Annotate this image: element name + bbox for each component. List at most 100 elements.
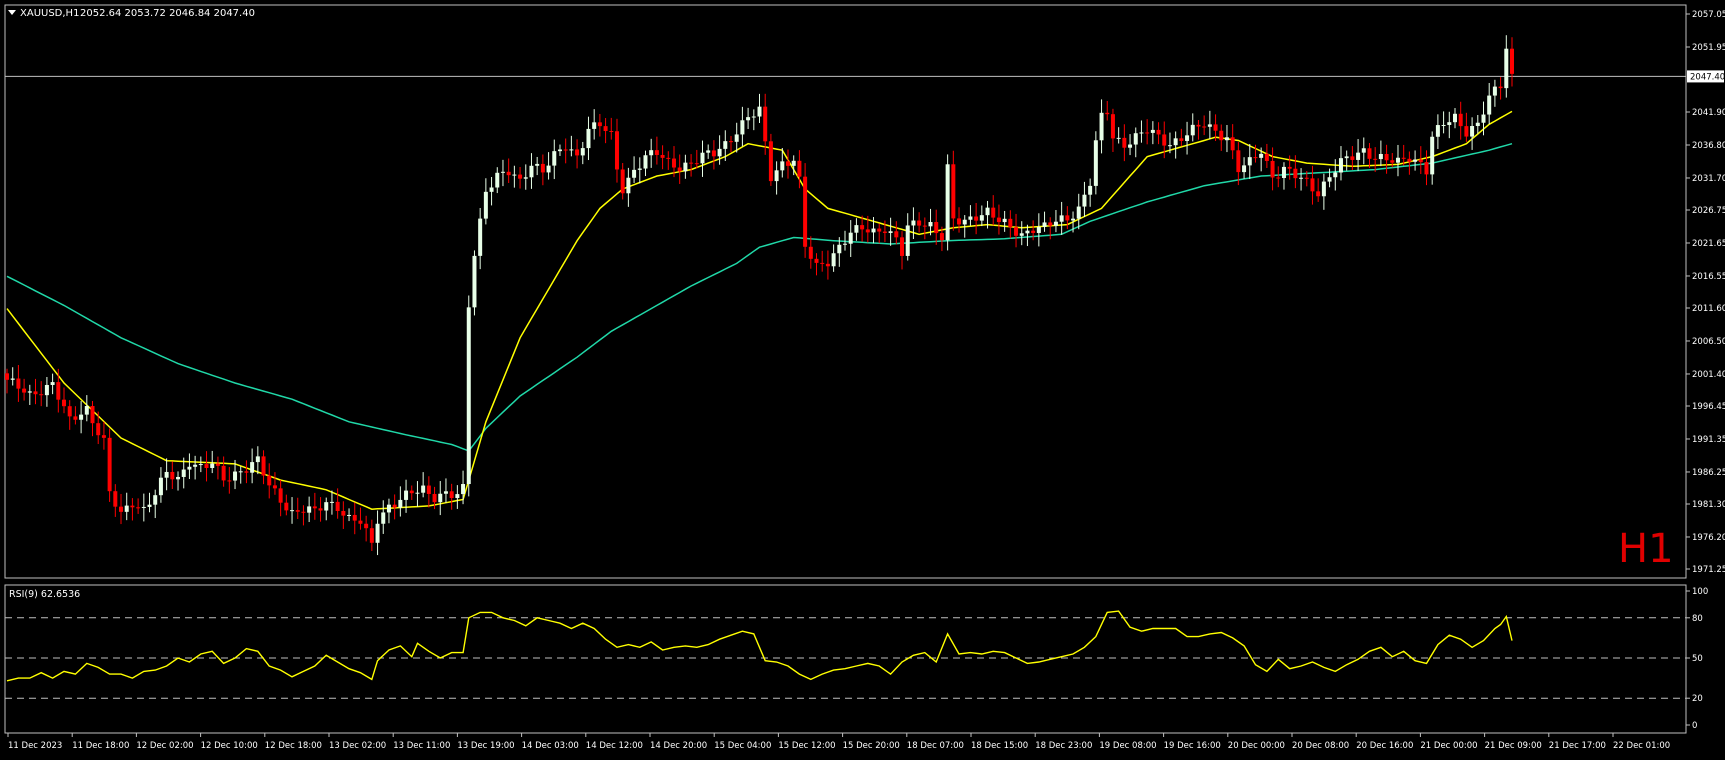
candle-body: [1207, 124, 1212, 127]
candle-body: [1048, 222, 1053, 226]
candle-body: [1310, 178, 1315, 192]
candle-body: [472, 255, 477, 308]
price-tick-label: 2001.40: [1692, 370, 1725, 380]
candle-body: [1401, 157, 1406, 159]
candle-body: [193, 464, 198, 467]
candle-body: [1110, 114, 1115, 139]
candle-body: [324, 502, 329, 511]
candle-body: [1373, 158, 1378, 160]
candle-body: [79, 414, 84, 420]
candle-body: [1407, 158, 1412, 162]
candle-body: [33, 391, 38, 395]
candle-body: [1116, 137, 1121, 139]
candle-body: [1441, 124, 1446, 126]
candle-body: [1230, 137, 1235, 151]
candle-body: [84, 406, 89, 415]
symbol-timeframe-label: XAUUSD,H1: [20, 8, 79, 19]
candle-body: [1395, 157, 1400, 163]
candle-body: [124, 505, 129, 512]
candle-body: [1042, 222, 1047, 227]
candle-body: [375, 523, 380, 543]
candle-body: [831, 253, 836, 267]
candle-body: [261, 456, 266, 476]
price-tick-label: 2006.50: [1692, 337, 1725, 347]
candle-body: [597, 122, 602, 127]
candle-body: [1059, 215, 1064, 222]
candle-body: [865, 229, 870, 233]
candle-body: [495, 172, 500, 188]
candle-body: [1464, 126, 1469, 137]
candle-body: [1008, 218, 1013, 228]
candle-body: [1458, 113, 1463, 127]
candle-body: [409, 490, 414, 494]
candle-body: [290, 510, 295, 512]
candle-body: [1122, 137, 1127, 148]
candle-body: [90, 406, 95, 424]
candle-body: [711, 150, 716, 157]
candle-body: [939, 233, 944, 241]
time-tick-label: 18 Dec 07:00: [907, 741, 964, 751]
candle-body: [1259, 153, 1264, 158]
candle-body: [968, 216, 973, 220]
candle-body: [763, 106, 768, 142]
candle-body: [1014, 227, 1019, 236]
candle-body: [1213, 124, 1218, 131]
candle-body: [96, 423, 101, 436]
candle-body: [1492, 86, 1497, 96]
candle-body: [358, 520, 363, 524]
candle-body: [1139, 132, 1144, 134]
chart-svg: XAUUSD,H1 2052.64 2053.72 2046.84 2047.4…: [0, 0, 1725, 756]
current-price-tag-label: 2047.40: [1690, 72, 1725, 82]
candle-body: [1424, 162, 1429, 175]
candle-body: [529, 165, 534, 178]
candle-body: [609, 131, 614, 133]
rsi-label: RSI(9) 62.6536: [9, 589, 80, 600]
candle-body: [301, 511, 306, 513]
candle-body: [500, 171, 505, 173]
candle-body: [905, 225, 910, 256]
candle-body: [1053, 221, 1058, 226]
candle-body: [1447, 122, 1452, 125]
candle-body: [1099, 112, 1104, 141]
candle-body: [1418, 159, 1423, 163]
candle-body: [991, 207, 996, 218]
candle-body: [1299, 177, 1304, 179]
candle-body: [614, 131, 619, 170]
candle-body: [1390, 160, 1395, 163]
candle-body: [1281, 166, 1286, 178]
candle-body: [825, 263, 830, 267]
time-tick-label: 18 Dec 23:00: [1035, 741, 1092, 751]
candle-body: [443, 491, 448, 494]
candle-body: [962, 219, 967, 225]
time-tick-label: 20 Dec 16:00: [1356, 741, 1413, 751]
candle-body: [369, 528, 374, 543]
candle-body: [44, 384, 49, 396]
candle-body: [996, 217, 1001, 223]
candle-body: [854, 225, 859, 233]
candle-body: [1321, 181, 1326, 197]
candle-body: [1036, 226, 1041, 233]
candle-body: [1293, 168, 1298, 179]
candle-body: [1179, 138, 1184, 141]
candle-body: [233, 471, 238, 481]
candle-body: [335, 501, 340, 512]
candle-body: [210, 463, 215, 468]
candle-body: [364, 523, 369, 529]
candle-body: [101, 435, 106, 438]
candle-body: [1162, 134, 1167, 146]
candle-body: [814, 258, 819, 263]
candle-body: [563, 149, 568, 151]
candle-body: [506, 171, 511, 176]
candle-body: [979, 215, 984, 221]
rsi-tick-label: 80: [1692, 614, 1703, 624]
candle-body: [1082, 194, 1087, 207]
candle-body: [786, 161, 791, 166]
candle-body: [215, 463, 220, 466]
candle-body: [147, 504, 152, 507]
time-tick-label: 20 Dec 08:00: [1292, 741, 1349, 751]
candle-body: [882, 231, 887, 233]
candle-body: [1088, 185, 1093, 195]
candle-body: [1435, 125, 1440, 137]
candle-body: [398, 499, 403, 508]
time-tick-label: 21 Dec 00:00: [1420, 741, 1477, 751]
